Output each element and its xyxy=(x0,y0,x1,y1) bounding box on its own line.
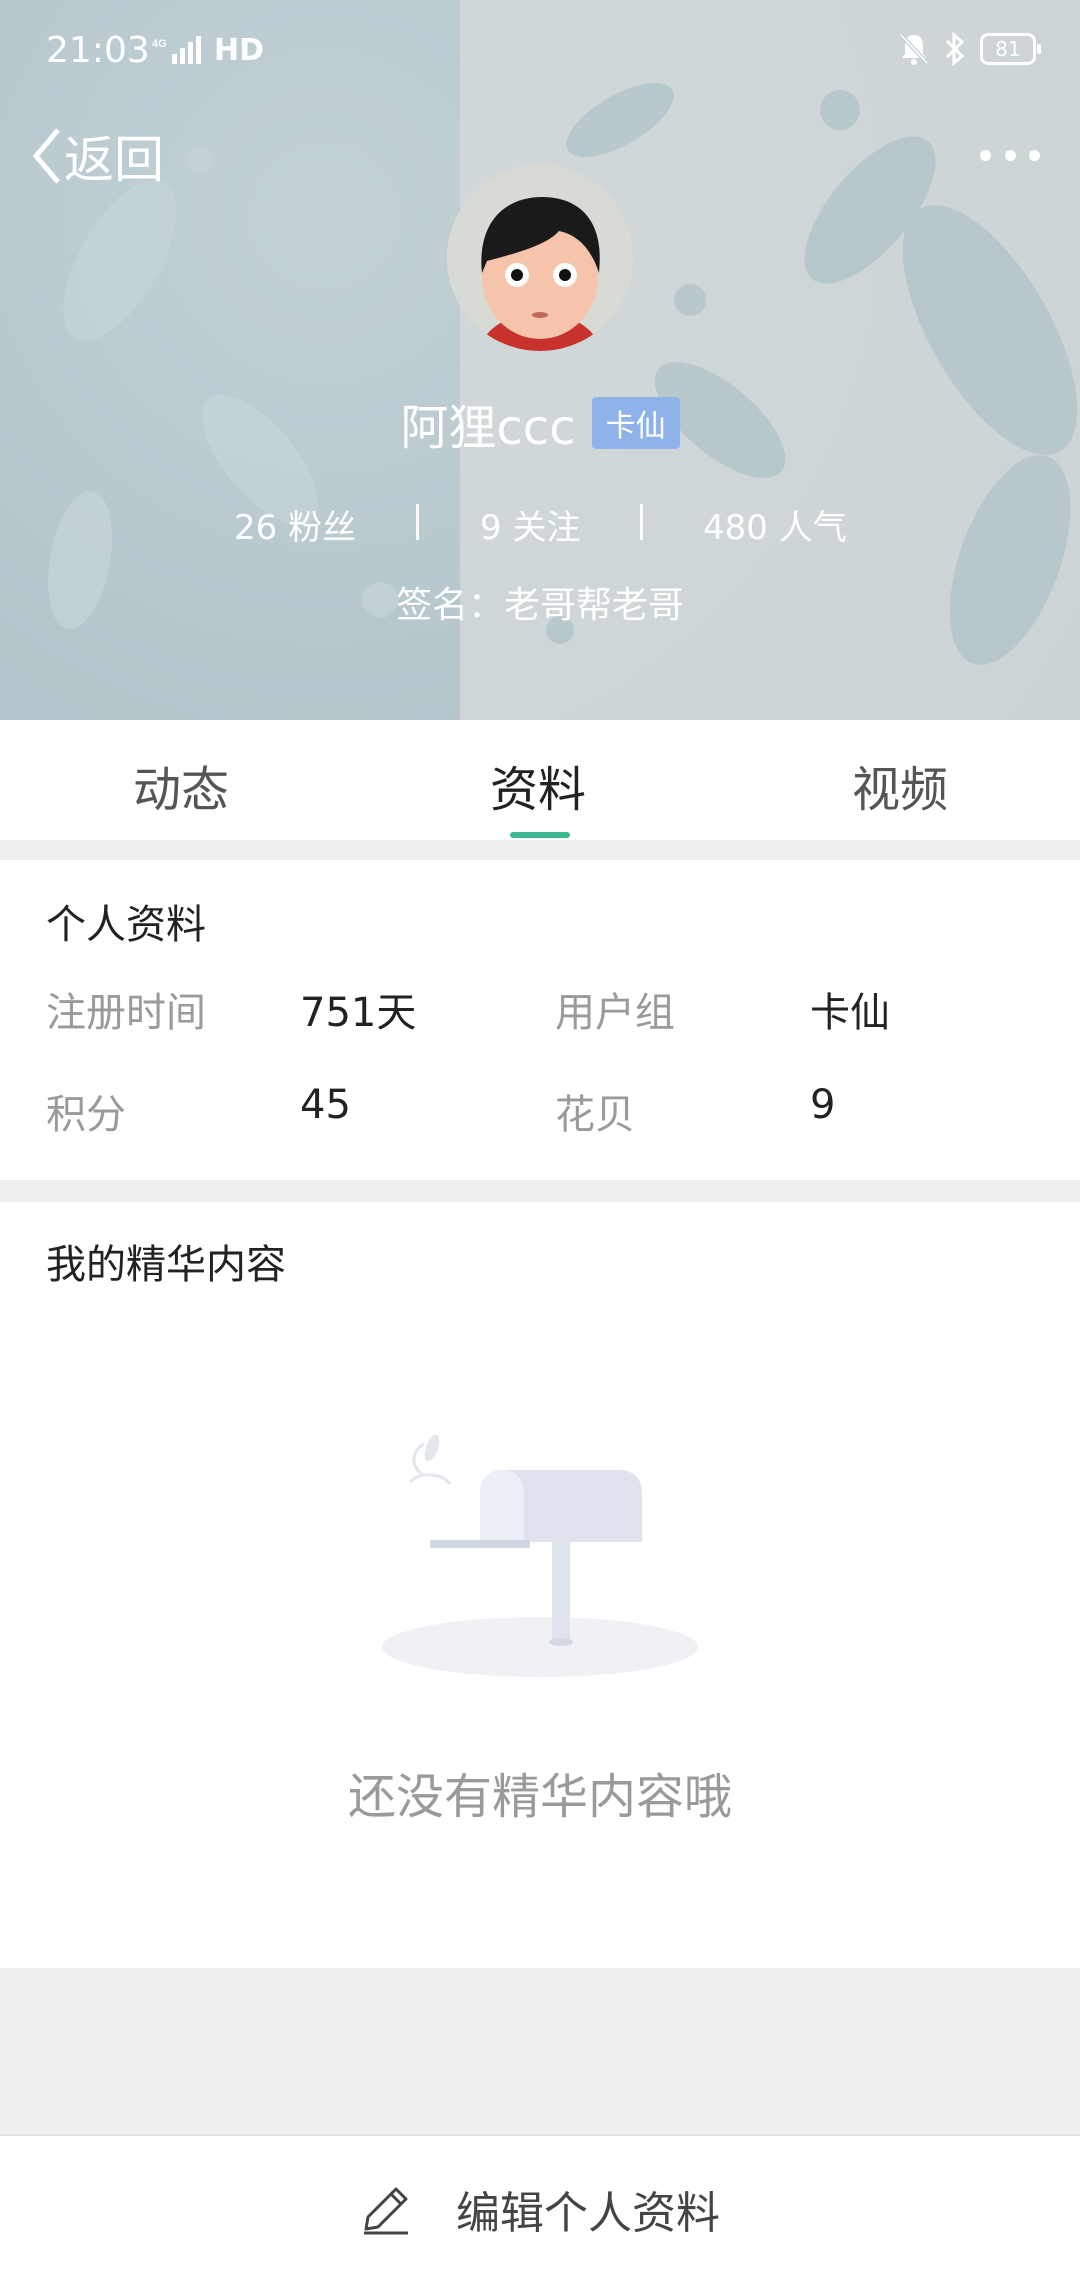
register-time-label: 注册时间 xyxy=(46,990,206,1036)
personal-info-title: 个人资料 xyxy=(46,902,206,948)
huabei-value: 9 xyxy=(810,1082,836,1128)
more-dot-icon xyxy=(1029,149,1040,161)
stat-value: 480 xyxy=(703,508,768,548)
stat-divider xyxy=(416,504,419,540)
tab-active-indicator xyxy=(510,832,570,838)
pencil-icon xyxy=(364,2187,408,2235)
avatar[interactable] xyxy=(447,165,633,351)
featured-title: 我的精华内容 xyxy=(46,1242,286,1288)
status-time: 21:03 xyxy=(46,30,150,71)
profile-name: 阿狸ccc xyxy=(400,400,576,456)
featured-content-card: 我的精华内容 还没有精华内容哦 xyxy=(0,1202,1080,1968)
mailbox-icon xyxy=(382,1434,698,1677)
stat-following[interactable]: 9 关注 xyxy=(480,500,580,549)
stat-label: 关注 xyxy=(512,508,581,548)
points-label: 积分 xyxy=(46,1092,126,1138)
huabei-label: 花贝 xyxy=(555,1092,635,1138)
more-dot-icon xyxy=(980,149,991,161)
stat-value: 26 xyxy=(234,508,278,548)
profile-name-row: 阿狸ccc 卡仙 xyxy=(0,388,1080,458)
mute-icon xyxy=(899,33,929,65)
battery-indicator: 81 xyxy=(980,33,1041,65)
user-group-label: 用户组 xyxy=(555,990,675,1036)
stat-label: 粉丝 xyxy=(288,508,357,548)
profile-tabs: 动态 资料 视频 xyxy=(0,720,1080,840)
featured-empty-text: 还没有精华内容哦 xyxy=(347,1769,732,1825)
svg-text:4G: 4G xyxy=(152,38,167,50)
stat-fans[interactable]: 26 粉丝 xyxy=(234,500,356,549)
stat-value: 9 xyxy=(480,508,502,548)
user-group-value: 卡仙 xyxy=(810,990,890,1036)
back-label: 返回 xyxy=(64,131,164,189)
signal-icon: 4G xyxy=(150,36,210,70)
avatar-image xyxy=(447,165,633,351)
tab-video[interactable]: 视频 xyxy=(852,750,948,820)
more-dot-icon xyxy=(1004,149,1016,161)
bottom-action-bar: 编辑个人资料 xyxy=(0,2134,1080,2282)
stat-divider xyxy=(640,504,643,540)
tab-profile[interactable]: 资料 xyxy=(490,750,586,820)
tab-activity[interactable]: 动态 xyxy=(133,750,229,820)
user-group-badge: 卡仙 xyxy=(591,397,680,449)
bluetooth-icon xyxy=(945,32,965,66)
signature: 签名：老哥帮老哥 xyxy=(395,585,684,626)
status-icons: 81 xyxy=(898,32,1041,66)
personal-info-card: 个人资料 注册时间 751天 用户组 卡仙 积分 45 花贝 9 xyxy=(0,860,1080,1180)
status-bar: 21:03 4G HD 81 xyxy=(0,0,1080,110)
edit-profile-label: 编辑个人资料 xyxy=(456,2188,720,2239)
chevron-left-icon xyxy=(32,128,60,184)
back-button[interactable]: 返回 xyxy=(30,120,164,192)
stat-label: 人气 xyxy=(778,508,847,548)
stat-popularity: 480 人气 xyxy=(703,500,847,549)
more-options-button[interactable] xyxy=(980,140,1040,170)
register-time-value: 751天 xyxy=(300,990,417,1036)
points-value: 45 xyxy=(300,1082,351,1128)
hd-indicator: HD xyxy=(214,33,265,68)
edit-profile-button[interactable]: 编辑个人资料 xyxy=(0,2136,1080,2282)
profile-header: 21:03 4G HD 81 返回 阿狸ccc 卡仙 26 粉丝 9 关注 48… xyxy=(0,0,1080,720)
